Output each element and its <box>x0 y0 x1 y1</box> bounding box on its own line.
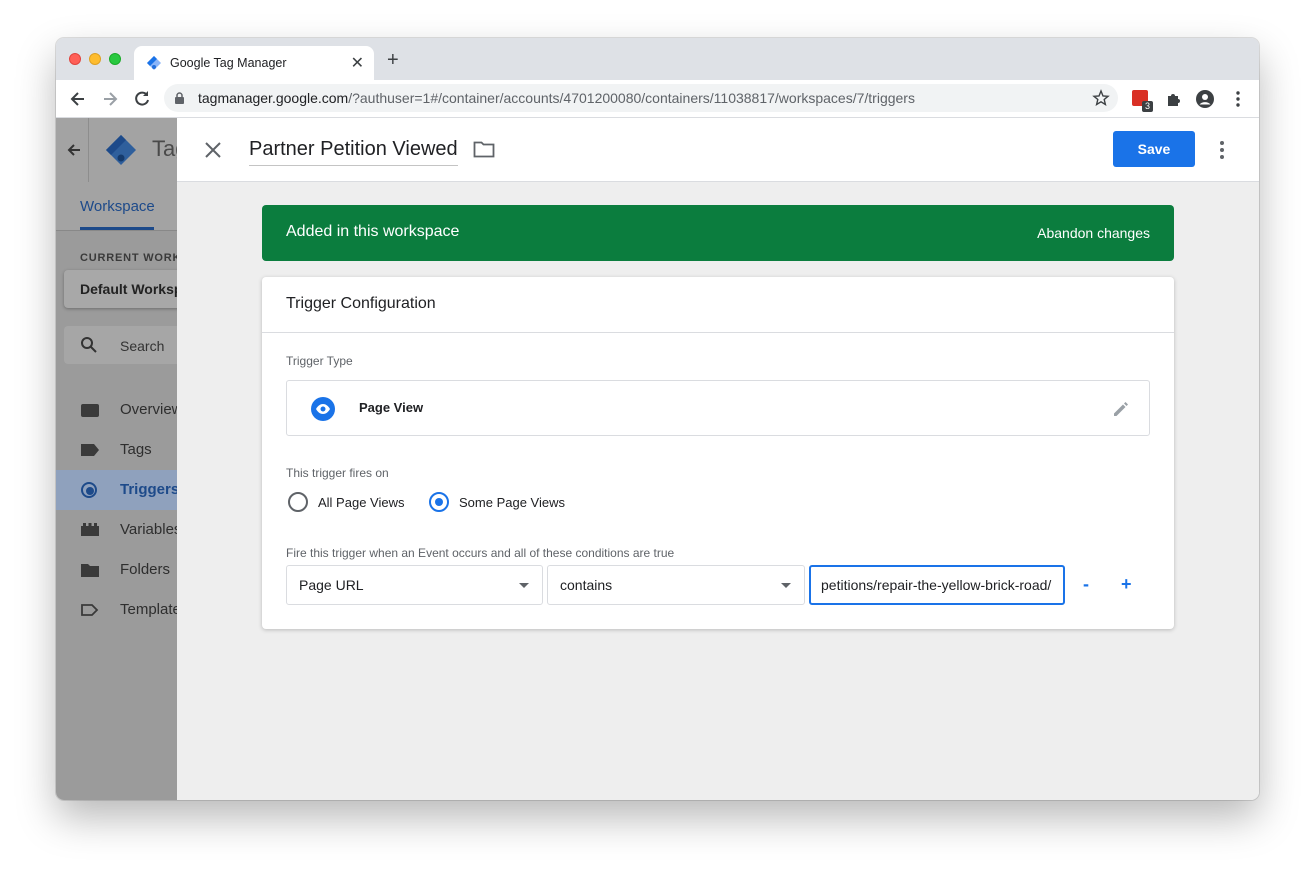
sidebar-item-templates[interactable]: Templates <box>56 590 177 630</box>
banner-message: Added in this workspace <box>286 223 460 240</box>
profile-avatar-icon[interactable] <box>1195 89 1215 109</box>
edit-pencil-icon[interactable] <box>1111 399 1131 419</box>
browser-toolbar: tagmanager.google.com/?authuser=1#/conta… <box>56 80 1259 118</box>
header-divider <box>88 118 89 182</box>
url-host: tagmanager.google.com <box>198 90 349 106</box>
sidebar-header: Tag Manager <box>56 118 177 182</box>
abandon-changes-link[interactable]: Abandon changes <box>1037 225 1150 241</box>
sidebar-item-tags[interactable]: Tags <box>56 430 177 470</box>
workspace-name: Default Workspace <box>80 281 177 297</box>
radio-some-page-views[interactable] <box>429 492 449 512</box>
folder-icon[interactable] <box>473 140 495 158</box>
lock-icon <box>175 92 184 104</box>
sidebar-item-label: Folders <box>120 561 171 578</box>
puzzle-extensions-icon[interactable] <box>1164 89 1184 109</box>
close-window-button[interactable] <box>69 53 81 65</box>
radio-label-all: All Page Views <box>318 495 405 510</box>
sidebar-item-triggers[interactable]: Triggers <box>56 470 177 510</box>
more-options-icon[interactable] <box>1217 139 1227 161</box>
condition-label: Fire this trigger when an Event occurs a… <box>286 546 675 560</box>
folder-icon <box>81 564 99 577</box>
radio-label-some: Some Page Views <box>459 495 565 510</box>
browser-tab[interactable]: Google Tag Manager ✕ <box>134 46 374 80</box>
trigger-type-label: Trigger Type <box>286 354 353 368</box>
close-icon[interactable] <box>203 140 223 160</box>
card-divider <box>262 332 1174 333</box>
url-text: tagmanager.google.com/?authuser=1#/conta… <box>198 90 915 106</box>
new-tab-button[interactable]: + <box>387 50 399 70</box>
card-title: Trigger Configuration <box>286 295 436 312</box>
sidebar-search[interactable]: Search <box>64 326 177 364</box>
reload-icon[interactable] <box>132 89 152 109</box>
condition-value-input[interactable] <box>809 565 1065 605</box>
eye-icon <box>311 397 335 421</box>
trigger-name-input[interactable]: Partner Petition Viewed <box>249 138 458 166</box>
fires-on-label: This trigger fires on <box>286 466 389 480</box>
forward-arrow-icon[interactable] <box>100 89 120 109</box>
tab-workspace[interactable]: Workspace <box>80 198 155 215</box>
title-bar: Google Tag Manager ✕ + <box>56 38 1259 80</box>
gtm-app: Tag Manager Workspace CURRENT WORKSPACE … <box>56 118 1259 800</box>
browser-menu-icon[interactable] <box>1228 89 1248 109</box>
workspace-selector[interactable]: Default Workspace <box>64 270 177 308</box>
tab-close-icon[interactable]: ✕ <box>351 53 364 73</box>
remove-condition-button[interactable]: - <box>1083 574 1089 595</box>
add-condition-button[interactable]: + <box>1121 574 1132 595</box>
dropdown-caret-icon <box>519 583 529 588</box>
tag-icon <box>81 444 99 456</box>
back-arrow-icon[interactable] <box>66 142 82 158</box>
sidebar-item-label: Variables <box>120 521 177 538</box>
trigger-editor-panel: Partner Petition Viewed Save Added in th… <box>177 118 1259 800</box>
dropdown-caret-icon <box>781 583 791 588</box>
template-icon <box>81 604 99 616</box>
sidebar-item-label: Templates <box>120 601 177 618</box>
condition-variable-select[interactable]: Page URL <box>286 565 543 605</box>
sidebar-item-overview[interactable]: Overview <box>56 390 177 430</box>
workspace-tabs: Workspace <box>56 182 177 231</box>
search-icon <box>81 337 97 353</box>
bookmark-star-icon[interactable] <box>1092 89 1110 107</box>
trigger-configuration-card: Trigger Configuration Trigger Type Page … <box>262 277 1174 629</box>
sidebar-item-label: Triggers <box>120 481 177 498</box>
overview-icon <box>81 404 99 417</box>
extension-badge-count: 3 <box>1142 101 1154 112</box>
panel-header: Partner Petition Viewed Save <box>177 118 1259 182</box>
gtm-logo-icon <box>106 135 136 165</box>
trigger-type-name: Page View <box>359 400 424 415</box>
gtm-favicon-icon <box>147 56 161 70</box>
operator-value: contains <box>560 577 613 593</box>
sidebar-item-folders[interactable]: Folders <box>56 550 177 590</box>
zoom-window-button[interactable] <box>109 53 121 65</box>
sidebar-item-label: Overview <box>120 401 177 418</box>
save-button[interactable]: Save <box>1113 131 1195 167</box>
url-path: /?authuser=1#/container/accounts/4701200… <box>348 90 915 106</box>
tab-underline <box>80 227 154 230</box>
workspace-status-banner: Added in this workspace Abandon changes <box>262 205 1174 261</box>
radio-all-page-views[interactable] <box>288 492 308 512</box>
trigger-icon <box>81 482 97 498</box>
address-bar[interactable]: tagmanager.google.com/?authuser=1#/conta… <box>164 84 1118 112</box>
variable-value: Page URL <box>299 577 364 593</box>
search-placeholder: Search <box>120 338 165 354</box>
back-arrow-icon[interactable] <box>68 89 88 109</box>
current-workspace-label: CURRENT WORKSPACE <box>80 252 177 264</box>
trigger-type-selector[interactable]: Page View <box>286 380 1150 436</box>
variables-icon <box>81 523 99 536</box>
sidebar-item-label: Tags <box>120 441 152 458</box>
brand-title: Tag Manager <box>152 136 177 161</box>
sidebar: Tag Manager Workspace CURRENT WORKSPACE … <box>56 118 177 800</box>
sidebar-item-variables[interactable]: Variables <box>56 510 177 550</box>
condition-operator-select[interactable]: contains <box>547 565 805 605</box>
browser-window: Google Tag Manager ✕ + tagmanager.google… <box>56 38 1259 800</box>
tab-title: Google Tag Manager <box>170 56 287 70</box>
minimize-window-button[interactable] <box>89 53 101 65</box>
